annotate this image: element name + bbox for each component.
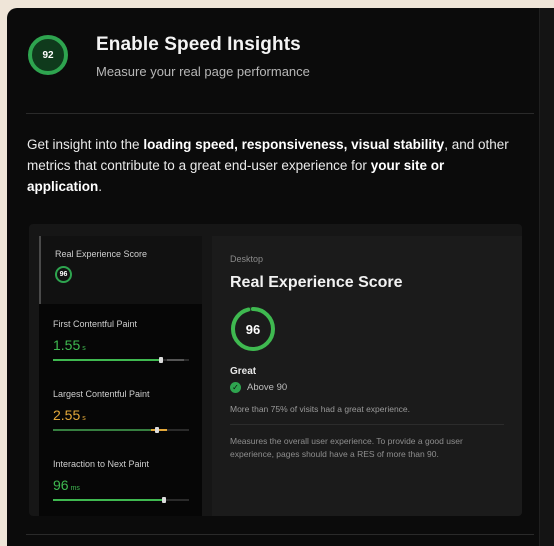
metric-fill: [150, 429, 168, 431]
card-header: 92 Enable Speed Insights Measure your re…: [26, 28, 534, 114]
metric-detail-panel: Desktop Real Experience Score 96 Great ✓…: [212, 236, 522, 516]
speed-insights-card: 92 Enable Speed Insights Measure your re…: [7, 8, 554, 546]
badge-score: 92: [42, 49, 54, 61]
metric-marker: [159, 357, 164, 363]
score-badge-icon: 92: [28, 35, 68, 75]
metric-marker: [161, 497, 166, 503]
intro-text: Get insight into the loading speed, resp…: [27, 137, 509, 194]
metrics-sidebar: Real Experience Score 96 First Contentfu…: [39, 236, 202, 516]
metric-fill: [53, 499, 162, 501]
metric-track: [53, 427, 189, 433]
divider: [230, 424, 504, 425]
rating-label: Great: [230, 366, 257, 377]
sidebar-item-label: Interaction to Next Paint: [53, 459, 150, 469]
score-value: 96: [245, 321, 261, 337]
metric-value: 1.55 s: [53, 337, 86, 353]
sidebar-item-inp[interactable]: Interaction to Next Paint 96 ms: [39, 446, 202, 516]
metric-fill: [53, 359, 160, 361]
sidebar-item-fcp[interactable]: First Contentful Paint 1.55 s: [39, 306, 202, 374]
score-ring-icon: 96: [55, 266, 72, 283]
divider: [26, 534, 534, 535]
metric-value: 2.55 s: [53, 407, 86, 423]
speed-insights-preview: Real Experience Score 96 First Contentfu…: [29, 224, 522, 516]
metric-detail-title: Real Experience Score: [230, 274, 403, 291]
sidebar-item-label: Real Experience Score: [55, 249, 148, 259]
sidebar-item-lcp[interactable]: Largest Contentful Paint 2.55 s: [39, 376, 202, 444]
card-subtitle: Measure your real page performance: [96, 64, 310, 79]
sidebar-item-res[interactable]: Real Experience Score 96: [39, 236, 202, 304]
scroll-edge: [539, 8, 554, 546]
sidebar-item-label: Largest Contentful Paint: [53, 389, 150, 399]
metric-value: 96 ms: [53, 477, 80, 493]
threshold-label: Above 90: [247, 382, 288, 393]
metric-marker: [155, 427, 159, 433]
metric-description: Measures the overall user experience. To…: [230, 436, 463, 459]
card-title: Enable Speed Insights: [96, 34, 301, 55]
intro-bold-metrics: loading speed, responsiveness, visual st…: [143, 137, 445, 152]
metric-track: [53, 357, 189, 363]
visits-summary: More than 75% of visits had a great expe…: [230, 404, 411, 414]
sidebar-item-label: First Contentful Paint: [53, 319, 138, 329]
check-icon: ✓: [230, 382, 241, 393]
metric-track: [53, 497, 189, 503]
device-label: Desktop: [230, 254, 264, 264]
